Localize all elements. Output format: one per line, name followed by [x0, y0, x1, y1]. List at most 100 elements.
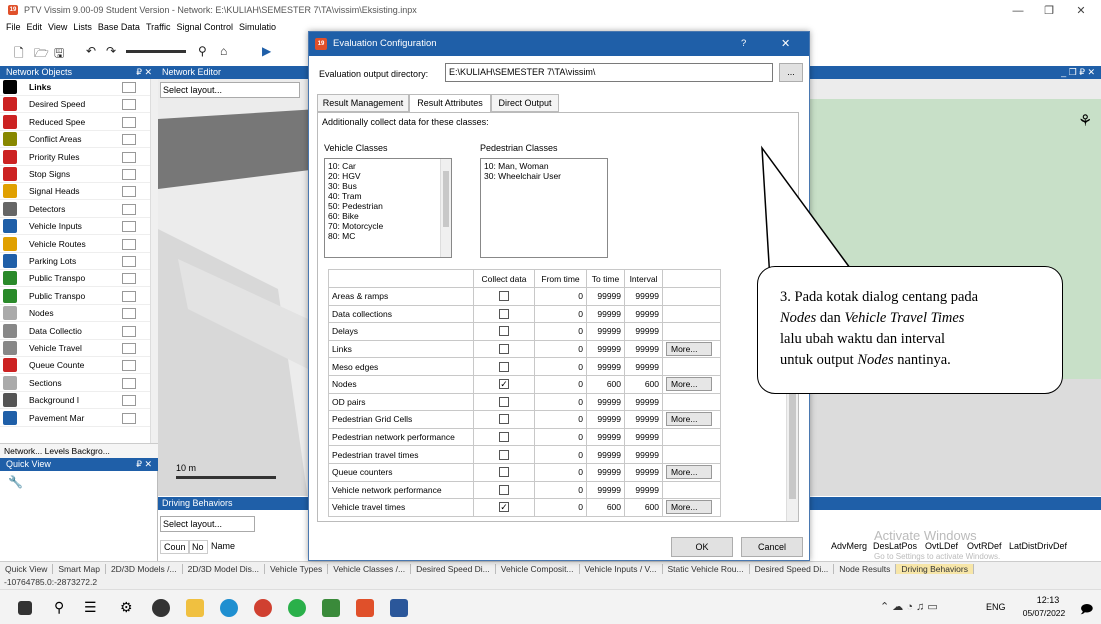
to-time-cell[interactable]: 99999	[586, 304, 625, 324]
visibility-toggle[interactable]	[122, 308, 136, 320]
visibility-toggle[interactable]	[122, 256, 136, 267]
clock-date[interactable]: 05/07/2022	[1018, 608, 1070, 618]
visibility-toggle[interactable]	[122, 325, 136, 337]
collect-data-checkbox[interactable]	[499, 484, 509, 495]
menu-view[interactable]: View	[48, 22, 67, 32]
collect-data-checkbox[interactable]	[499, 344, 509, 355]
collect-data-checkbox[interactable]	[499, 361, 509, 372]
interval-time-cell[interactable]: 99999	[624, 287, 663, 306]
play-icon[interactable]: ▶	[262, 44, 271, 58]
interval-time-cell[interactable]: 99999	[624, 480, 663, 500]
network-objects-tabs[interactable]: Network... Levels Backgro...	[0, 443, 158, 458]
bottom-tab[interactable]: Desired Speed Di...	[411, 564, 496, 574]
table-row[interactable]: OD pairs 0 99999 99999	[328, 392, 721, 412]
zoom-slider[interactable]	[126, 50, 186, 53]
save-icon[interactable]: 🖫	[54, 44, 64, 65]
collect-data-checkbox[interactable]: ✓	[499, 502, 509, 513]
column-header-interval[interactable]: Interval	[624, 269, 663, 288]
visibility-toggle[interactable]	[122, 290, 136, 302]
network-object-item[interactable]: Data Collectio	[0, 323, 150, 340]
from-time-cell[interactable]: 0	[534, 410, 587, 429]
visibility-toggle[interactable]	[122, 412, 136, 424]
to-time-cell[interactable]: 99999	[586, 357, 625, 376]
interval-time-cell[interactable]: 99999	[624, 392, 663, 412]
class-list-item[interactable]: 30: Bus	[328, 181, 448, 191]
browse-button[interactable]: ...	[779, 63, 803, 82]
windows-start-icon[interactable]	[18, 601, 32, 615]
close-window-button[interactable]: ✕	[1066, 3, 1096, 19]
more-button[interactable]: More...	[666, 465, 712, 480]
visibility-toggle[interactable]	[122, 238, 136, 250]
bottom-tab[interactable]: Desired Speed Di...	[749, 564, 835, 574]
more-button[interactable]: More...	[666, 500, 712, 515]
visibility-toggle[interactable]	[122, 343, 136, 354]
network-object-item[interactable]: Detectors	[0, 201, 150, 218]
network-object-item[interactable]: Vehicle Routes	[0, 236, 150, 253]
class-list-item[interactable]: 70: Motorcycle	[328, 221, 448, 231]
vehicle-classes-listbox[interactable]: 10: Car 20: HGV 30: Bus 40: Tram 50: Pedestr…	[324, 158, 452, 258]
to-time-cell[interactable]: 99999	[586, 427, 625, 447]
collect-data-checkbox[interactable]: ✓	[499, 379, 509, 390]
column-header[interactable]: Coun	[160, 540, 190, 554]
search-icon[interactable]: ⚲	[54, 599, 72, 617]
clock-time[interactable]: 12:13	[1028, 595, 1068, 605]
task-view-icon[interactable]: ☰	[84, 599, 102, 617]
column-header-from-time[interactable]: From time	[534, 269, 587, 288]
network-object-item[interactable]: Public Transpo	[0, 288, 150, 305]
collect-data-checkbox[interactable]	[499, 326, 509, 337]
from-time-cell[interactable]: 0	[534, 339, 587, 359]
language-indicator[interactable]: ENG	[986, 602, 1006, 612]
to-time-cell[interactable]: 99999	[586, 287, 625, 306]
column-header-to-time[interactable]: To time	[586, 269, 625, 288]
network-object-item[interactable]: Desired Speed	[0, 96, 150, 114]
network-object-item[interactable]: Vehicle Travel	[0, 340, 150, 357]
menu-base-data[interactable]: Base Data	[98, 22, 140, 32]
bottom-tab[interactable]: Driving Behaviors	[896, 564, 974, 574]
dialog-close-button[interactable]: ✕	[781, 32, 790, 56]
from-time-cell[interactable]: 0	[534, 462, 587, 482]
from-time-cell[interactable]: 0	[534, 374, 587, 394]
bottom-tab[interactable]: Quick View	[0, 564, 54, 574]
interval-time-cell[interactable]: 600	[624, 498, 663, 517]
interval-time-cell[interactable]: 99999	[624, 410, 663, 429]
class-list-item[interactable]: 20: HGV	[328, 171, 448, 181]
interval-time-cell[interactable]: 99999	[624, 322, 663, 341]
network-object-item[interactable]: Queue Counte	[0, 357, 150, 375]
visibility-toggle[interactable]	[122, 203, 136, 215]
bottom-tab[interactable]: Vehicle Types	[264, 564, 329, 574]
chrome-icon[interactable]	[254, 599, 272, 617]
table-row[interactable]: Queue counters 0 99999 99999 More...	[328, 462, 721, 482]
table-row[interactable]: Pedestrian travel times 0 99999 99999	[328, 445, 721, 464]
ok-button[interactable]: OK	[671, 537, 733, 557]
to-time-cell[interactable]: 99999	[586, 445, 625, 464]
edge-icon[interactable]	[220, 599, 238, 617]
network-object-item[interactable]: Pavement Mar	[0, 410, 150, 427]
visibility-toggle[interactable]	[122, 377, 136, 389]
tab-direct-output[interactable]: Direct Output	[491, 94, 559, 112]
network-object-item[interactable]: Background I	[0, 392, 150, 410]
from-time-cell[interactable]: 0	[534, 427, 587, 447]
editor-window-buttons[interactable]: _ ❐ ₽ ✕	[1061, 66, 1095, 79]
interval-time-cell[interactable]: 99999	[624, 304, 663, 324]
cancel-button[interactable]: Cancel	[741, 537, 803, 557]
visibility-toggle[interactable]	[122, 82, 136, 93]
minimize-button[interactable]: —	[1003, 3, 1033, 19]
settings-icon[interactable]: ⚙	[120, 599, 138, 617]
from-time-cell[interactable]: 0	[534, 287, 587, 306]
from-time-cell[interactable]: 0	[534, 357, 587, 376]
word-icon[interactable]	[390, 599, 408, 617]
pin-close-icon[interactable]: ₽ ✕	[136, 66, 152, 79]
from-time-cell[interactable]: 0	[534, 304, 587, 324]
column-header[interactable]: No	[188, 540, 208, 554]
network-object-item[interactable]: Signal Heads	[0, 183, 150, 201]
github-icon[interactable]	[152, 599, 170, 617]
menu-signal-control[interactable]: Signal Control	[176, 22, 233, 32]
bottom-tab[interactable]: Smart Map	[53, 564, 106, 574]
collect-data-checkbox[interactable]	[499, 396, 509, 407]
class-list-item[interactable]: 40: Tram	[328, 191, 448, 201]
tray-icons[interactable]: ⌃ ☁ ◔ ♫ ▭	[880, 600, 938, 613]
table-row[interactable]: Links 0 99999 99999 More...	[328, 339, 721, 359]
class-list-item[interactable]: 30: Wheelchair User	[484, 171, 604, 181]
network-object-item[interactable]: Stop Signs	[0, 166, 150, 183]
new-file-icon[interactable]: 🗋	[14, 44, 24, 65]
